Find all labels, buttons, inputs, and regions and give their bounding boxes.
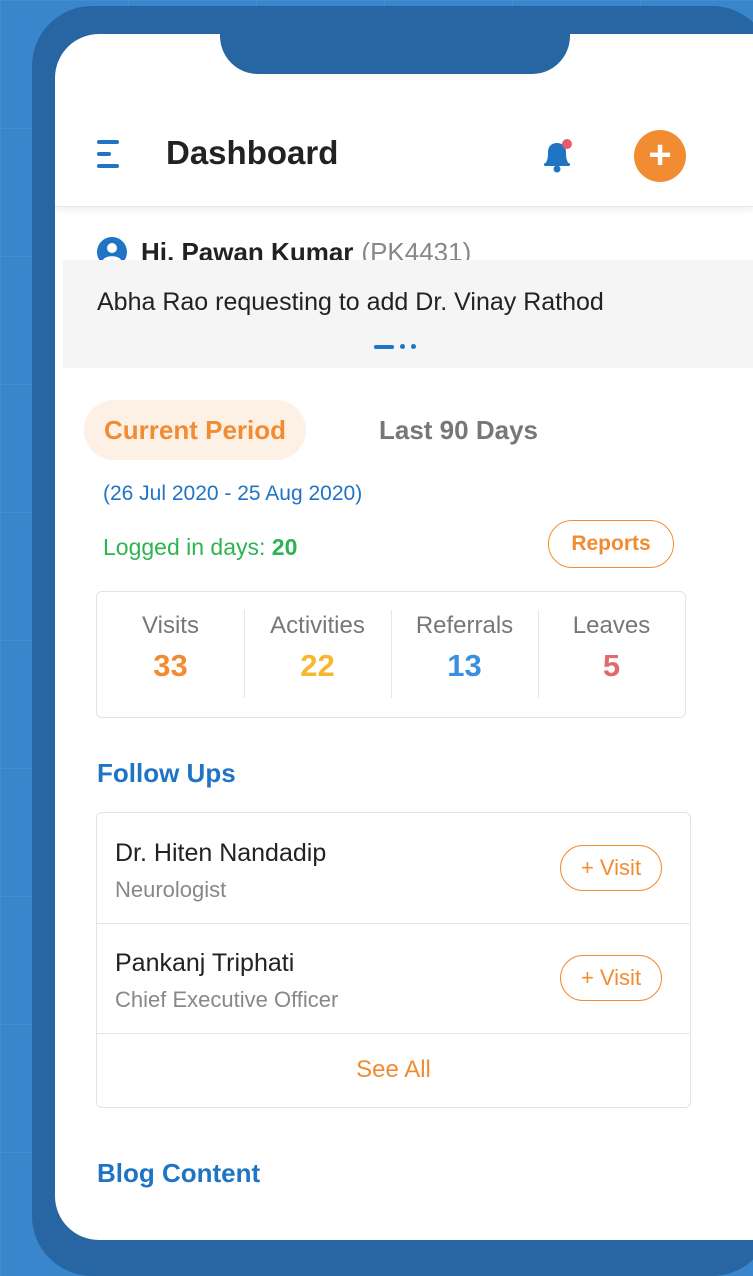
- tab-current-period[interactable]: Current Period: [84, 400, 306, 460]
- bell-icon[interactable]: [541, 138, 575, 174]
- stat-label: Visits: [142, 612, 199, 639]
- add-button[interactable]: +: [634, 130, 686, 182]
- stat-label: Leaves: [572, 612, 651, 639]
- carousel-dots: [374, 344, 422, 349]
- carousel-dot[interactable]: [411, 344, 416, 349]
- see-all-link[interactable]: See All: [97, 1033, 690, 1107]
- notification-banner[interactable]: Abha Rao requesting to add Dr. Vinay Rat…: [63, 260, 753, 368]
- menu-icon[interactable]: [97, 140, 125, 168]
- stat-value: 22: [300, 648, 335, 683]
- page-title: Dashboard: [166, 134, 339, 171]
- list-item[interactable]: Pankanj Triphati Chief Executive Officer…: [97, 923, 690, 1034]
- logged-in-days: Logged in days: 20: [103, 534, 297, 561]
- stat-activities[interactable]: Activities 22: [244, 592, 391, 717]
- carousel-dot-active[interactable]: [374, 344, 394, 349]
- list-item[interactable]: Dr. Hiten Nandadip Neurologist + Visit: [97, 813, 690, 924]
- stat-label: Referrals: [415, 612, 514, 639]
- stats-card: Visits 33 Activities 22 Referrals 13 Lea…: [96, 591, 686, 718]
- app-header: Dashboard +: [55, 98, 753, 207]
- followup-role: Neurologist: [115, 877, 227, 902]
- followup-name: Dr. Hiten Nandadip: [115, 839, 327, 867]
- follow-ups-title: Follow Ups: [97, 758, 236, 788]
- follow-ups-list: Dr. Hiten Nandadip Neurologist + Visit P…: [96, 812, 691, 1108]
- stat-value: 5: [602, 648, 621, 683]
- stat-leaves[interactable]: Leaves 5: [538, 592, 685, 717]
- carousel-dot[interactable]: [400, 344, 405, 349]
- blog-content-title: Blog Content: [97, 1158, 261, 1188]
- stat-value: 13: [447, 648, 482, 683]
- add-visit-button[interactable]: + Visit: [560, 845, 662, 891]
- reports-button[interactable]: Reports: [548, 520, 674, 568]
- date-range: (26 Jul 2020 - 25 Aug 2020): [103, 482, 363, 505]
- tab-last-90-days[interactable]: Last 90 Days: [379, 400, 538, 460]
- add-visit-button[interactable]: + Visit: [560, 955, 662, 1001]
- stat-referrals[interactable]: Referrals 13: [391, 592, 538, 717]
- followup-role: Chief Executive Officer: [115, 987, 339, 1012]
- followup-name: Pankanj Triphati: [115, 949, 295, 977]
- stat-visits[interactable]: Visits 33: [97, 592, 244, 717]
- stat-value: 33: [153, 648, 188, 683]
- logged-in-label: Logged in days:: [103, 534, 272, 560]
- stat-label: Activities: [270, 612, 365, 639]
- app-screen: Dashboard + Hi, Pawan Kumar (PK4431) Abh…: [55, 34, 753, 1240]
- banner-text: Abha Rao requesting to add Dr. Vinay Rat…: [97, 288, 604, 316]
- logged-in-value: 20: [271, 534, 298, 560]
- phone-notch: [220, 34, 570, 74]
